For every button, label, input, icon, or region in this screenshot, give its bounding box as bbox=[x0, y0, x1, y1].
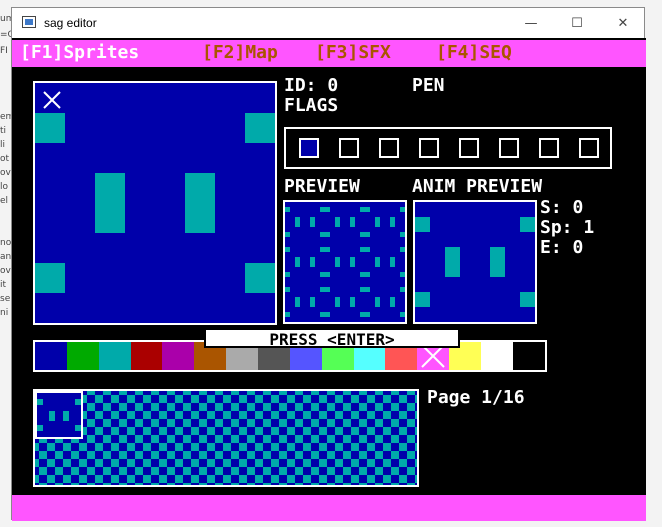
animation-preview bbox=[413, 200, 537, 324]
app-icon bbox=[22, 16, 36, 28]
sprite-pixel bbox=[35, 113, 65, 143]
palette-swatch[interactable] bbox=[162, 342, 195, 370]
sprite-edit-canvas[interactable] bbox=[33, 81, 277, 325]
sprite-pixel bbox=[35, 263, 65, 293]
sprite-pixel bbox=[95, 173, 125, 233]
title-bar[interactable]: sag editor — ☐ ✕ bbox=[12, 8, 644, 38]
palette-swatch[interactable] bbox=[98, 342, 131, 370]
editor-canvas[interactable]: [F1]Sprites [F2]Map [F3]SFX [F4]SEQ ID: … bbox=[12, 38, 646, 521]
anim-preview-label: ANIM PREVIEW bbox=[412, 176, 543, 197]
tab-sfx[interactable]: [F3]SFX bbox=[315, 43, 391, 63]
anim-start-label: S: 0 bbox=[540, 197, 584, 218]
page-indicator: Page 1/16 bbox=[427, 387, 525, 408]
selected-sprite-cursor[interactable] bbox=[35, 391, 83, 439]
close-button[interactable]: ✕ bbox=[600, 8, 646, 38]
tiled-preview bbox=[283, 200, 407, 324]
flags-label: FLAGS bbox=[284, 95, 339, 116]
sprite-pixel bbox=[245, 113, 275, 143]
sprite-pixel bbox=[185, 173, 215, 233]
sprite-pixel bbox=[520, 292, 535, 307]
editor-window: sag editor — ☐ ✕ [F1]Sprites [F2]Map [F3… bbox=[11, 7, 646, 521]
tab-map[interactable]: [F2]Map bbox=[202, 43, 278, 63]
sprite-pixel bbox=[445, 247, 460, 277]
palette-swatch[interactable] bbox=[35, 342, 67, 370]
minimize-button[interactable]: — bbox=[508, 8, 554, 38]
flags-group bbox=[284, 127, 612, 169]
maximize-button[interactable]: ☐ bbox=[554, 8, 600, 38]
sprite-pixel bbox=[37, 425, 43, 431]
flag-checkbox[interactable] bbox=[419, 138, 439, 158]
palette-swatch[interactable] bbox=[130, 342, 163, 370]
flag-checkbox[interactable] bbox=[579, 138, 599, 158]
anim-speed-label: Sp: 1 bbox=[540, 217, 595, 238]
press-enter-banner: PRESS <ENTER> bbox=[204, 328, 460, 349]
flag-checkbox[interactable] bbox=[299, 138, 319, 158]
flag-checkbox[interactable] bbox=[499, 138, 519, 158]
menu-bar: [F1]Sprites [F2]Map [F3]SFX [F4]SEQ bbox=[12, 40, 646, 67]
sprite-pixel bbox=[415, 217, 430, 232]
preview-label: PREVIEW bbox=[284, 176, 360, 197]
palette-swatch[interactable] bbox=[481, 342, 514, 370]
sprite-sheet-tiles bbox=[35, 391, 417, 485]
sprite-sheet[interactable] bbox=[33, 389, 419, 487]
flag-checkbox[interactable] bbox=[459, 138, 479, 158]
anim-end-label: E: 0 bbox=[540, 237, 584, 258]
sprite-id-label: ID: 0 bbox=[284, 75, 339, 96]
window-title: sag editor bbox=[44, 16, 97, 30]
sprite-pixel bbox=[75, 425, 81, 431]
preview-tiles bbox=[285, 202, 405, 322]
sprite-pixel bbox=[49, 411, 55, 421]
palette-swatch[interactable] bbox=[513, 342, 545, 370]
tab-seq[interactable]: [F4]SEQ bbox=[436, 43, 512, 63]
tab-sprites[interactable]: [F1]Sprites bbox=[20, 43, 139, 63]
sprite-pixel bbox=[37, 399, 43, 405]
sprite-pixel bbox=[63, 411, 69, 421]
sprite-pixel bbox=[490, 247, 505, 277]
sprite-pixel bbox=[520, 217, 535, 232]
status-bar bbox=[12, 495, 646, 521]
pen-label: PEN bbox=[412, 75, 445, 96]
flag-checkbox[interactable] bbox=[539, 138, 559, 158]
sprite-pixel bbox=[245, 263, 275, 293]
palette-swatch[interactable] bbox=[66, 342, 99, 370]
sprite-pixel bbox=[415, 292, 430, 307]
transparent-pixel-icon bbox=[43, 91, 61, 109]
flag-checkbox[interactable] bbox=[339, 138, 359, 158]
flag-checkbox[interactable] bbox=[379, 138, 399, 158]
sprite-pixel bbox=[75, 399, 81, 405]
